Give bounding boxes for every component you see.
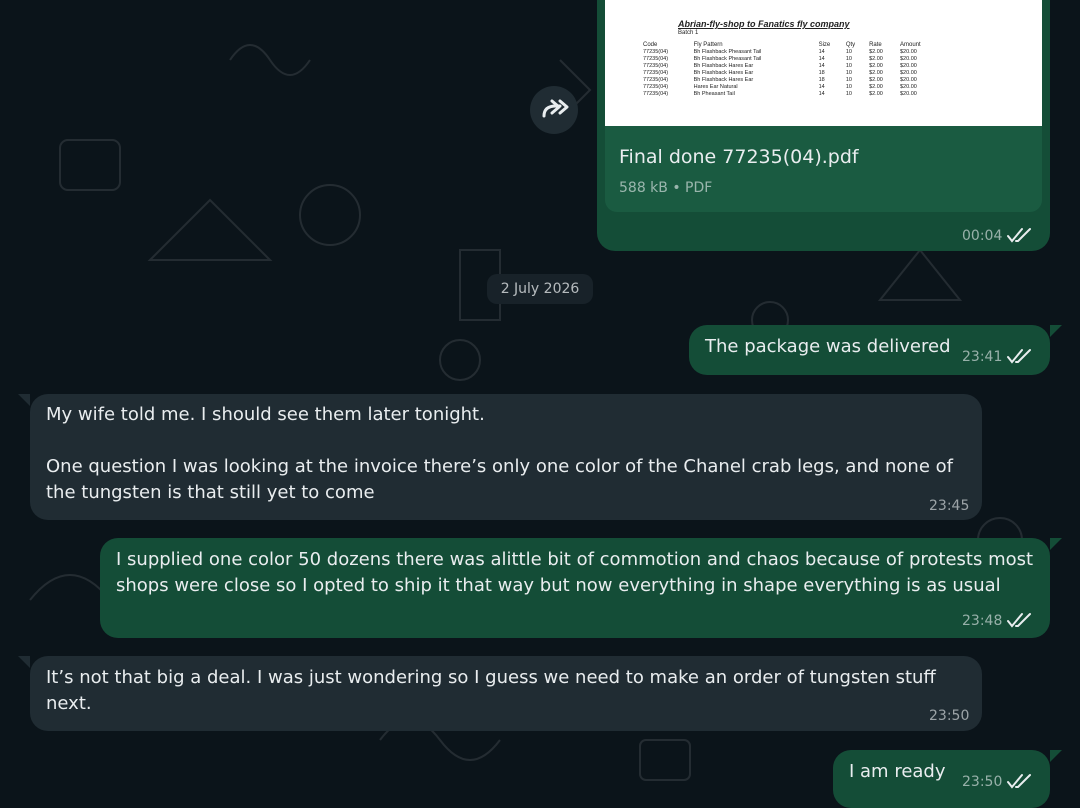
double-check-icon [1007,349,1031,364]
document-table-cell: 77235(04) [643,56,669,62]
document-table-cell: Bh Flashback Pheasant Tail [693,56,762,62]
document-info[interactable]: Final done 77235(04).pdf 588 kB • PDF [605,126,1042,212]
double-check-icon [1007,774,1031,789]
message-text: My wife told me. I should see them later… [46,404,953,503]
document-table-cell: 10 [845,84,852,90]
document-table-cell: Hares Ear Natural [693,84,738,90]
document-table-header-cell: Code [643,42,658,48]
document-table-header: Code Fly Pattern Size Qty Rate Amount [641,42,941,49]
document-table-row: 77235(04) Bh Pheasant Tail 14 10 $2.00 $20.00 [641,91,941,98]
document-preview[interactable]: Abrian-fly-shop to Fanatics fly company … [605,0,1042,126]
bubble-tail [1050,538,1062,550]
document-table-row: 77235(04) Bh Flashback Pheasant Tail 14 10 $… [641,56,941,63]
document-table-cell: 14 [818,63,825,69]
document-table-cell: Bh Flashback Hares Ear [693,77,754,83]
document-table-cell: $20.00 [899,77,917,83]
document-table-cell: $2.00 [869,84,883,90]
document-table-cell: 14 [818,49,825,55]
bubble-tail [18,656,30,668]
document-table-cell: 77235(04) [643,49,669,55]
document-table-cell: Bh Flashback Pheasant Tail [693,49,762,55]
document-table-cell: 14 [818,56,825,62]
document-table-row: 77235(04) Bh Flashback Hares Ear 18 10 $2.00… [641,70,941,77]
document-table-row: 77235(04) Bh Flashback Hares Ear 14 10 $2.00… [641,63,941,70]
document-table-cell: $20.00 [899,70,917,76]
document-table-cell: $2.00 [869,70,883,76]
document-table-cell: $2.00 [869,77,883,83]
document-table-header-cell: Fly Pattern [693,42,723,48]
date-separator: 2 July 2026 [487,274,593,304]
document-table-cell: 77235(04) [643,91,669,97]
document-preview-table: Code Fly Pattern Size Qty Rate Amount 77235(04… [641,42,941,98]
document-table-cell: $20.00 [899,91,917,97]
document-table-cell: 77235(04) [643,70,669,76]
document-table-cell: Bh Flashback Hares Ear [693,63,754,69]
message-time: 23:48 [962,613,1003,629]
message-text: It’s not that big a deal. I was just won… [46,667,936,714]
document-table-header-cell: Qty [845,42,856,48]
forward-icon [542,99,569,118]
document-table-header-cell: Amount [899,42,921,48]
document-table-cell: $2.00 [869,49,883,55]
document-table-header-cell: Size [818,42,831,48]
message-time: 23:41 [962,349,1003,365]
document-table-cell: $20.00 [899,56,917,62]
message-text: I am ready [849,761,946,782]
document-table-row: 77235(04) Bh Flashback Pheasant Tail 14 10 $… [641,49,941,56]
document-table-cell: $2.00 [869,56,883,62]
document-meta: 588 kB • PDF [619,180,713,196]
double-check-icon [1007,613,1031,628]
document-table-cell: 77235(04) [643,77,669,83]
document-table-cell: 10 [845,49,852,55]
document-table-cell: 18 [818,70,825,76]
double-check-icon [1007,228,1031,243]
document-table-cell: 18 [818,77,825,83]
document-table-cell: 14 [818,84,825,90]
message-time: 23:50 [929,708,970,724]
message-time: 00:04 [962,228,1003,244]
bubble-tail [18,394,30,406]
document-table-row: 77235(04) Hares Ear Natural 14 10 $2.00 $20.0… [641,84,941,91]
document-table-cell: 10 [845,70,852,76]
document-table-cell: 77235(04) [643,84,669,90]
document-table-header-cell: Rate [869,42,882,48]
document-table-cell: 77235(04) [643,63,669,69]
message-time: 23:50 [962,774,1003,790]
document-table-cell: $20.00 [899,84,917,90]
document-table-cell: 14 [818,91,825,97]
document-table-cell: 10 [845,77,852,83]
document-preview-batch: Batch 1 [678,30,699,36]
message-text: The package was delivered [705,336,951,357]
document-filename: Final done 77235(04).pdf [619,146,859,168]
message-text: I supplied one color 50 dozens there was… [116,549,1034,596]
document-table-cell: $20.00 [899,63,917,69]
document-table-cell: 10 [845,63,852,69]
document-table-cell: 10 [845,56,852,62]
document-table-cell: $2.00 [869,63,883,69]
document-preview-title: Abrian-fly-shop to Fanatics fly company [678,19,850,29]
document-table-cell: $2.00 [869,91,883,97]
forward-button[interactable] [530,86,578,134]
bubble-tail [1050,750,1062,762]
document-table-cell: Bh Flashback Hares Ear [693,70,754,76]
bubble-tail [1050,325,1062,337]
document-table-cell: Bh Pheasant Tail [693,91,735,97]
message-time: 23:45 [929,498,970,514]
document-table-row: 77235(04) Bh Flashback Hares Ear 18 10 $2.00… [641,77,941,84]
document-table-cell: 10 [845,91,852,97]
document-table-cell: $20.00 [899,49,917,55]
